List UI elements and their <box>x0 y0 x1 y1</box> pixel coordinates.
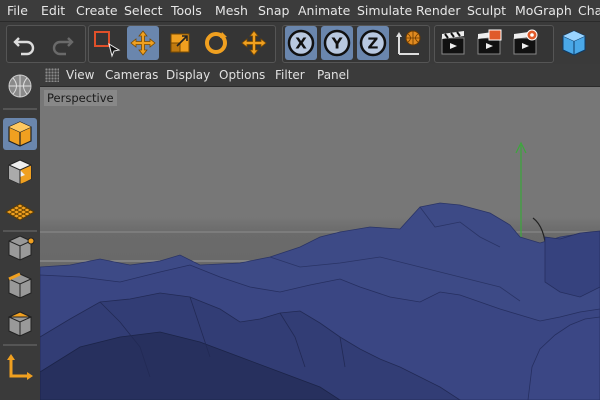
undo-button[interactable] <box>9 26 41 60</box>
undo-icon <box>13 37 35 56</box>
viewport-menu-panel[interactable]: Panel <box>317 64 349 86</box>
viewport-menu-options[interactable]: Options <box>219 64 265 86</box>
edges-mode-button[interactable] <box>3 270 37 302</box>
render-settings-button[interactable] <box>509 26 541 60</box>
world-coordinates-icon <box>396 30 421 55</box>
menu-render[interactable]: Render <box>416 0 461 21</box>
z-axis-label: Z <box>368 35 379 53</box>
edges-cube-icon <box>8 272 32 299</box>
move-icon <box>130 30 156 56</box>
terrain-mesh-right-back <box>544 230 600 298</box>
menu-mograph[interactable]: MoGraph <box>515 0 572 21</box>
model-cube-icon <box>8 121 32 147</box>
y-axis-toggle[interactable]: Y <box>321 26 353 60</box>
menu-select[interactable]: Select <box>124 0 163 21</box>
palette-divider <box>3 108 37 110</box>
viewport-menu-cameras[interactable]: Cameras <box>105 64 158 86</box>
app-window: File Edit Create Select Tools Mesh Snap … <box>0 0 600 400</box>
rotate-tool-button[interactable] <box>200 26 232 60</box>
checker-cube-icon <box>8 159 32 185</box>
viewport-menu-view[interactable]: View <box>66 64 94 86</box>
axis-mode-button[interactable] <box>3 350 37 382</box>
cube-primitive-button[interactable] <box>558 26 590 60</box>
viewport-scene <box>40 141 600 400</box>
selection-icon <box>94 31 121 58</box>
points-mode-button[interactable] <box>3 232 37 264</box>
menu-mesh[interactable]: Mesh <box>215 0 248 21</box>
scale-tool-button[interactable] <box>164 26 196 60</box>
menu-animate[interactable]: Animate <box>298 0 350 21</box>
z-axis-icon: Z <box>359 29 387 57</box>
menu-simulate[interactable]: Simulate <box>357 0 412 21</box>
viewport-menu-display[interactable]: Display <box>166 64 210 86</box>
menu-sculpt[interactable]: Sculpt <box>467 0 506 21</box>
recent-tool-button[interactable] <box>238 26 270 60</box>
render-view-button[interactable] <box>437 26 469 60</box>
viewport-menu-bar: View Cameras Display Options Filter Pane… <box>40 64 600 87</box>
menu-tools[interactable]: Tools <box>171 0 202 21</box>
viewport-menu-filter[interactable]: Filter <box>275 64 305 86</box>
menu-bar: File Edit Create Select Tools Mesh Snap … <box>0 0 600 22</box>
x-axis-label: X <box>295 35 307 53</box>
render-region-button[interactable] <box>473 26 505 60</box>
x-axis-toggle[interactable]: X <box>285 26 317 60</box>
points-cube-icon <box>8 235 35 261</box>
panel-grip-icon[interactable] <box>45 68 59 82</box>
live-selection-button[interactable] <box>91 26 123 60</box>
y-axis-icon: Y <box>323 29 351 57</box>
menu-file[interactable]: File <box>7 0 28 21</box>
cube-icon <box>562 30 586 56</box>
redo-button[interactable] <box>46 26 78 60</box>
grid-plane-icon <box>4 203 36 221</box>
texture-mode-button[interactable] <box>3 156 37 188</box>
clapboard-icon <box>441 31 465 55</box>
main-toolbar: X Y Z <box>0 22 600 65</box>
scale-icon <box>170 33 190 53</box>
mode-palette <box>0 64 41 400</box>
perspective-viewport[interactable]: Perspective <box>40 87 600 400</box>
menu-snap[interactable]: Snap <box>258 0 289 21</box>
make-editable-button[interactable] <box>3 70 37 102</box>
polygons-cube-icon <box>7 311 33 337</box>
menu-character[interactable]: Cha <box>578 0 600 21</box>
polygons-mode-button[interactable] <box>3 308 37 340</box>
clapboard-region-icon <box>477 29 502 55</box>
globe-icon <box>8 74 32 98</box>
rotate-icon <box>205 32 227 54</box>
clapboard-gear-icon <box>513 29 538 55</box>
workplane-mode-button[interactable] <box>3 194 37 226</box>
model-mode-button[interactable] <box>3 118 37 150</box>
x-axis-icon: X <box>287 29 315 57</box>
y-axis-label: Y <box>331 35 344 53</box>
move-tool-button[interactable] <box>127 26 159 60</box>
redo-icon <box>52 37 74 56</box>
palette-divider <box>3 344 37 346</box>
z-axis-toggle[interactable]: Z <box>357 26 389 60</box>
move-icon <box>241 30 267 56</box>
coordinate-system-button[interactable] <box>393 26 425 60</box>
axis-corner-icon <box>7 354 33 380</box>
viewport-camera-label: Perspective <box>44 90 117 106</box>
menu-edit[interactable]: Edit <box>41 0 65 21</box>
menu-create[interactable]: Create <box>76 0 118 21</box>
